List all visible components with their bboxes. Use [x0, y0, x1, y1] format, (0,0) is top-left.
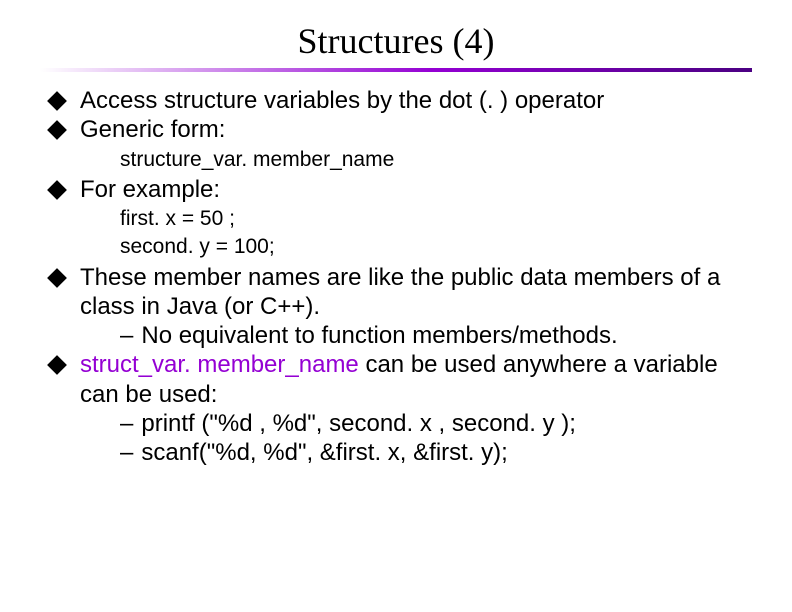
slide-title: Structures (4) — [40, 20, 752, 62]
sub-text: structure_var. member_name — [120, 147, 752, 173]
diamond-bullet-icon — [47, 180, 67, 200]
dash-bullet-icon: – — [120, 438, 133, 467]
sub-text: first. x = 50 ; — [120, 206, 752, 232]
dash-item: – printf ("%d , %d", second. x , second.… — [120, 409, 752, 438]
slide: { "title": "Structures (4)", "bullets": … — [0, 0, 792, 612]
bullet-item: Access structure variables by the dot (.… — [50, 86, 752, 115]
bullet-text: For example: — [80, 175, 752, 204]
bullet-text: These member names are like the public d… — [80, 263, 752, 351]
bullet-item: These member names are like the public d… — [50, 263, 752, 351]
dash-text: No equivalent to function members/method… — [141, 321, 617, 350]
bullet-text: Generic form: — [80, 115, 752, 144]
diamond-bullet-icon — [47, 355, 67, 375]
bullet-text: Access structure variables by the dot (.… — [80, 86, 752, 115]
dash-text: scanf("%d, %d", &first. x, &first. y); — [141, 438, 507, 467]
title-underline — [40, 68, 752, 72]
diamond-bullet-icon — [47, 120, 67, 140]
bullet-item: For example: — [50, 175, 752, 204]
code-text: struct_var. member_name — [80, 351, 359, 378]
diamond-bullet-icon — [47, 268, 67, 288]
sub-text: second. y = 100; — [120, 234, 752, 260]
bullet-main-text: These member names are like the public d… — [80, 264, 720, 320]
bullet-item: struct_var. member_name can be used anyw… — [50, 350, 752, 467]
content-area: Access structure variables by the dot (.… — [40, 86, 752, 467]
dash-text: printf ("%d , %d", second. x , second. y… — [141, 409, 576, 438]
dash-bullet-icon: – — [120, 409, 133, 438]
dash-bullet-icon: – — [120, 321, 133, 350]
bullet-item: Generic form: — [50, 115, 752, 144]
dash-item: – No equivalent to function members/meth… — [120, 321, 752, 350]
diamond-bullet-icon — [47, 91, 67, 111]
bullet-text: struct_var. member_name can be used anyw… — [80, 350, 752, 467]
dash-item: – scanf("%d, %d", &first. x, &first. y); — [120, 438, 752, 467]
